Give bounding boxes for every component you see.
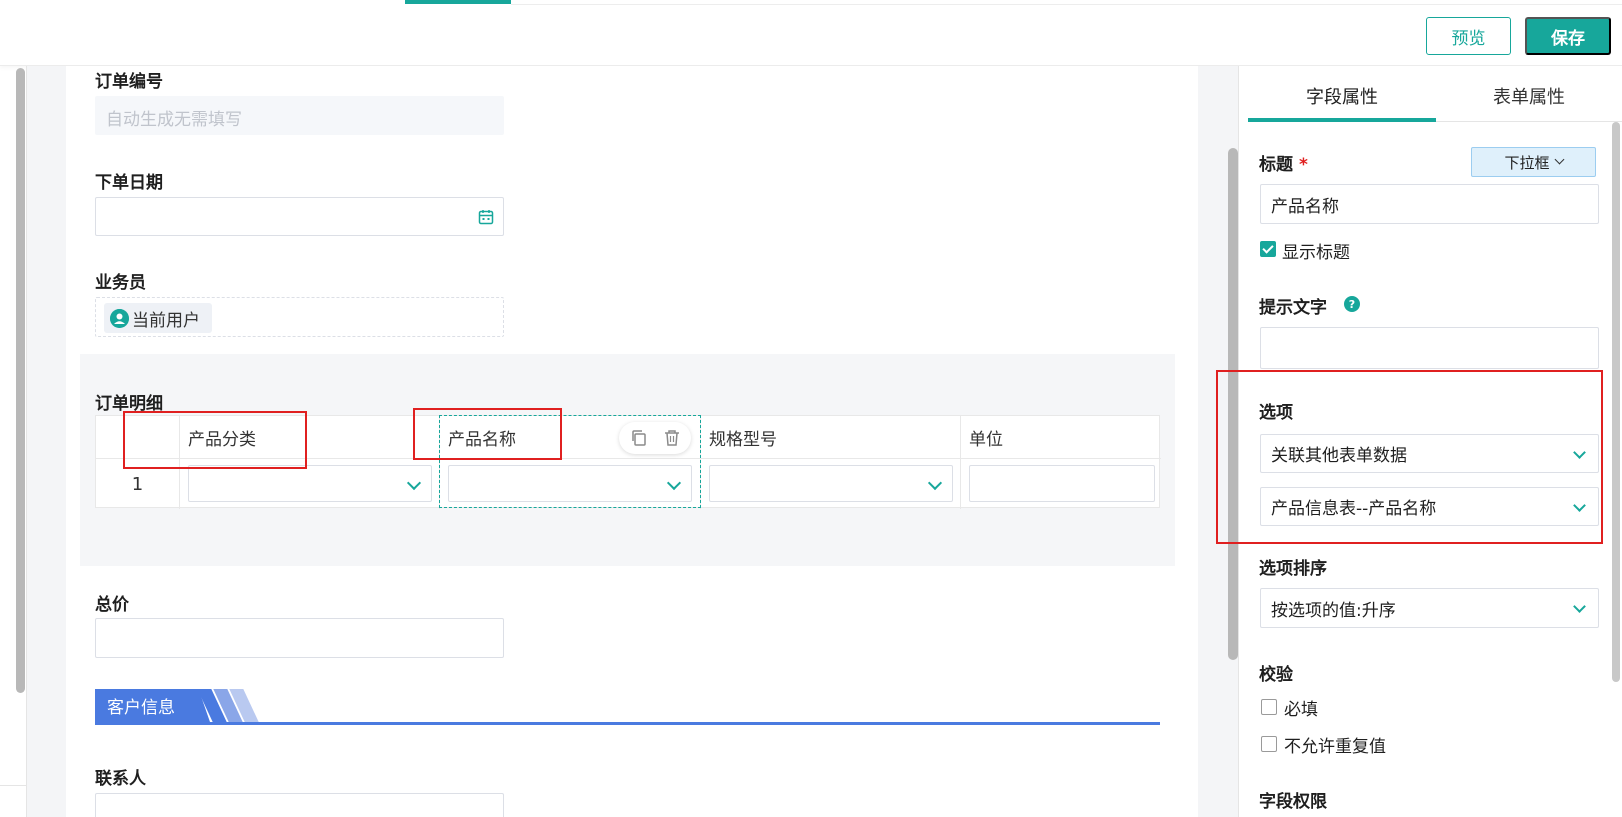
unit-input[interactable] — [969, 465, 1155, 502]
column-toolbar — [619, 422, 691, 454]
contact-label: 联系人 — [95, 769, 146, 789]
salesperson-label: 业务员 — [95, 273, 146, 293]
help-icon[interactable]: ? — [1344, 296, 1360, 312]
field-permission-label: 字段权限 — [1259, 792, 1327, 812]
top-divider — [511, 4, 1622, 5]
chevron-down-icon — [1554, 154, 1564, 165]
total-price-label: 总价 — [95, 595, 129, 615]
no-duplicate-label: 不允许重复值 — [1284, 737, 1386, 757]
canvas-scrollbar[interactable] — [16, 68, 25, 693]
table-cell — [961, 459, 1161, 509]
order-date-field[interactable] — [95, 197, 504, 236]
hint-label: 提示文字 — [1259, 298, 1327, 318]
field-type-button[interactable]: 下拉框 — [1471, 147, 1596, 177]
show-title-label: 显示标题 — [1282, 243, 1350, 263]
contact-field[interactable] — [95, 793, 504, 817]
required-label: 必填 — [1284, 700, 1318, 720]
order-no-label: 订单编号 — [95, 72, 163, 92]
preview-button[interactable]: 预览 — [1426, 17, 1511, 55]
panel-scrollbar[interactable] — [1612, 122, 1620, 682]
calendar-icon[interactable] — [478, 209, 494, 225]
required-checkbox[interactable] — [1261, 699, 1277, 715]
group-title: 客户信息 — [95, 689, 210, 722]
annotation-box — [123, 411, 307, 469]
no-duplicate-checkbox[interactable] — [1261, 736, 1277, 752]
order-no-placeholder: 自动生成无需填写 — [106, 110, 242, 130]
field-type-label: 下拉框 — [1504, 153, 1550, 172]
category-select[interactable] — [188, 465, 432, 502]
validation-label: 校验 — [1259, 665, 1293, 685]
annotation-box — [413, 408, 562, 460]
top-toolbar: 预览 保存 — [0, 0, 1622, 66]
option-sort-label: 选项排序 — [1259, 559, 1327, 579]
option-sort-value: 按选项的值:升序 — [1271, 600, 1396, 621]
user-chip: 当前用户 — [104, 303, 212, 333]
group-underline — [95, 722, 1160, 725]
column-header[interactable]: 单位 — [961, 416, 1161, 459]
customer-group-header: 客户信息 — [95, 689, 1160, 725]
column-header[interactable]: 规格型号 — [701, 416, 961, 459]
total-price-field[interactable] — [95, 618, 504, 658]
chevron-down-icon — [406, 475, 422, 491]
required-mark: * — [1299, 155, 1308, 175]
chevron-down-icon — [1573, 600, 1586, 613]
option-sort-select[interactable]: 按选项的值:升序 — [1260, 588, 1599, 628]
active-top-tab-indicator — [405, 0, 511, 4]
active-tab-indicator — [1248, 118, 1436, 122]
order-date-label: 下单日期 — [95, 173, 163, 193]
divider — [0, 785, 26, 786]
check-icon — [1262, 242, 1274, 254]
order-no-field: 自动生成无需填写 — [95, 96, 504, 135]
title-input-value: 产品名称 — [1271, 196, 1339, 217]
user-chip-label: 当前用户 — [132, 310, 200, 331]
spec-select[interactable] — [709, 465, 953, 502]
title-input[interactable]: 产品名称 — [1260, 184, 1599, 224]
title-label-text: 标题 — [1259, 155, 1293, 175]
user-icon — [110, 309, 129, 328]
save-button[interactable]: 保存 — [1525, 17, 1611, 55]
salesperson-field[interactable]: 当前用户 — [95, 297, 504, 337]
tab-field-properties[interactable]: 字段属性 — [1248, 70, 1436, 122]
copy-icon[interactable] — [630, 429, 648, 447]
show-title-checkbox[interactable] — [1260, 241, 1276, 257]
title-label: 标题 * — [1259, 150, 1308, 175]
chevron-down-icon — [927, 475, 943, 491]
tab-form-properties[interactable]: 表单属性 — [1436, 70, 1622, 122]
delete-icon[interactable] — [663, 429, 681, 447]
table-cell — [701, 459, 961, 509]
annotation-box — [1216, 370, 1603, 544]
hint-input[interactable] — [1260, 327, 1599, 369]
